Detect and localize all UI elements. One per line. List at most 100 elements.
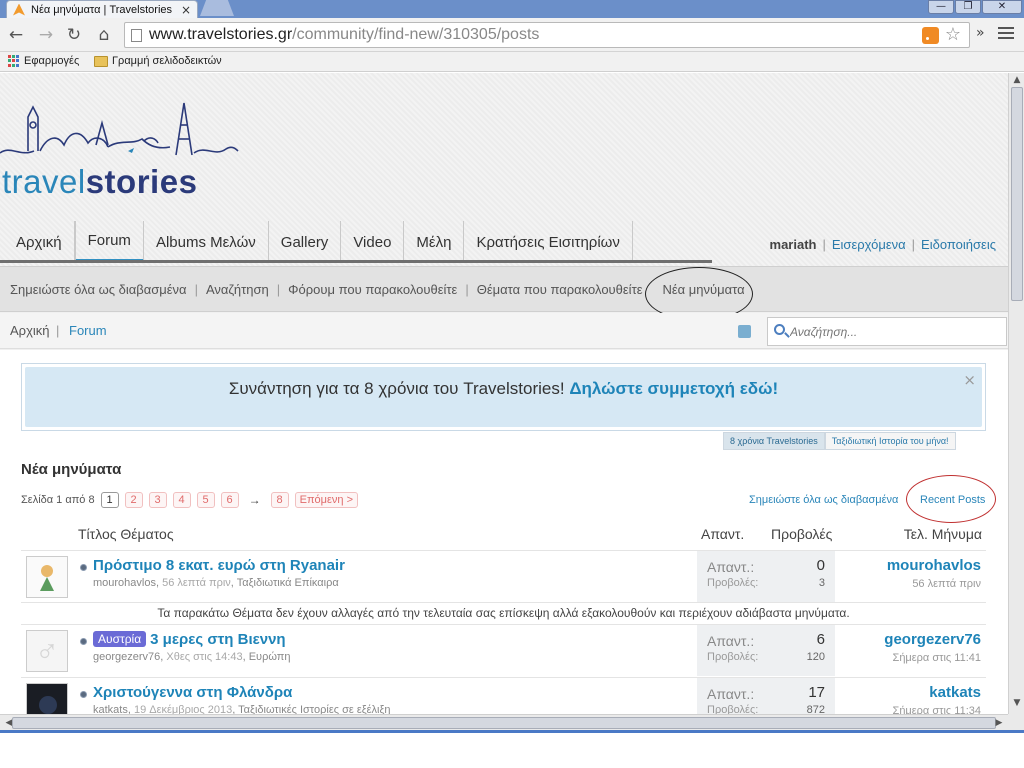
views-label: Προβολές: — [707, 704, 759, 714]
scrollbar-corner — [1008, 714, 1024, 730]
horizontal-scrollbar[interactable]: ◀ ▶ — [0, 714, 1008, 730]
inbox-link[interactable]: Εισερχόμενα — [832, 237, 906, 252]
horizontal-scroll-thumb[interactable] — [12, 717, 996, 729]
subnav-watched-threads[interactable]: Θέματα που παρακολουθείτε — [477, 282, 643, 297]
bookmark-apps[interactable]: Εφαρμογές — [8, 55, 79, 67]
search-box[interactable] — [767, 317, 1007, 346]
reload-button[interactable]: ↻ — [64, 25, 84, 45]
column-thread-title[interactable]: Τίτλος Θέματος — [78, 526, 174, 542]
tab-member-albums[interactable]: Albums Μελών — [144, 221, 269, 263]
separator: | — [276, 281, 281, 297]
replies-count: 6 — [816, 631, 825, 648]
notice-signup-link[interactable]: Δηλώστε συμμετοχή εδώ! — [569, 379, 778, 398]
bookmark-star-icon[interactable]: ☆ — [945, 24, 961, 45]
mark-all-read-link[interactable]: Σημειώστε όλα ως διαβασμένα — [749, 494, 898, 506]
last-post-time[interactable]: Σήμερα στις 11:41 — [893, 652, 981, 664]
thread-title-link[interactable]: Χριστούγεννα στη Φλάνδρα — [93, 684, 292, 701]
tab-gallery[interactable]: Gallery — [269, 221, 342, 263]
last-post-time[interactable]: 56 λεπτά πριν — [912, 578, 981, 590]
tab-forum[interactable]: Forum — [74, 221, 144, 263]
thread-title-text: 3 μερες στη Βιεννη — [150, 631, 286, 648]
thread-prefix-badge[interactable]: Αυστρία — [93, 631, 147, 647]
tab-home[interactable]: Αρχική — [4, 221, 75, 263]
thread-forum-link[interactable]: Ταξιδιωτικές Ιστορίες σε εξέλιξη — [238, 704, 390, 714]
site-logo[interactable]: travelstories — [2, 163, 197, 201]
notice-tab-story-of-month[interactable]: Ταξιδιωτική Ιστορία του μήνα! — [824, 432, 956, 450]
page-link-1[interactable]: 1 — [100, 492, 119, 508]
tab-ticket-booking[interactable]: Κρατήσεις Εισιτηρίων — [464, 221, 633, 263]
thread-time: 56 λεπτά πριν — [162, 577, 231, 589]
column-views[interactable]: Προβολές — [771, 526, 832, 542]
username-link[interactable]: mariath — [770, 237, 817, 252]
notice-message: Συνάντηση για τα 8 χρόνια του Travelstor… — [228, 379, 565, 398]
scroll-down-icon[interactable]: ▼ — [1011, 698, 1023, 712]
tab-close-icon[interactable]: × — [181, 3, 191, 17]
page-link-3[interactable]: 3 — [148, 492, 167, 508]
url-text[interactable]: www.travelstories.gr/community/find-new/… — [149, 26, 539, 44]
skyline-logo-icon[interactable] — [0, 95, 240, 167]
last-poster-link[interactable]: mourohavlos — [887, 557, 981, 574]
browser-menu-icon[interactable] — [998, 27, 1014, 41]
subnav-watched-forums[interactable]: Φόρουμ που παρακολουθείτε — [288, 282, 457, 297]
last-poster-link[interactable]: katkats — [929, 684, 981, 701]
vertical-scrollbar[interactable]: ▲ ▼ — [1008, 73, 1024, 714]
minimize-button[interactable]: — — [928, 0, 954, 14]
thread-stats: Απαντ.: 0 Προβολές: 3 — [697, 551, 835, 602]
page-link-6[interactable]: 6 — [220, 492, 239, 508]
page-link-4[interactable]: 4 — [172, 492, 191, 508]
bookmark-folder[interactable]: Γραμμή σελιδοδεικτών — [94, 55, 222, 67]
separator: | — [465, 281, 469, 297]
rss-icon[interactable] — [922, 27, 939, 44]
maximize-button[interactable]: ❐ — [955, 0, 981, 14]
thread-forum-link[interactable]: Ταξιδιωτικά Επίκαιρα — [237, 577, 339, 589]
avatar[interactable] — [26, 556, 68, 598]
avatar[interactable] — [26, 683, 68, 714]
new-tab-button[interactable] — [200, 0, 234, 16]
notice-tab-anniversary[interactable]: 8 χρόνια Travelstories — [723, 432, 825, 450]
thread-author-link[interactable]: mourohavlos — [93, 577, 156, 589]
extensions-overflow-button[interactable]: » — [976, 25, 985, 41]
close-window-button[interactable]: ✕ — [982, 0, 1022, 14]
subnav-search[interactable]: Αναζήτηση — [206, 282, 269, 297]
breadcrumb-forum[interactable]: Forum — [69, 323, 107, 338]
forward-button[interactable]: → — [36, 25, 56, 45]
thread-author-link[interactable]: georgezerv76 — [93, 651, 160, 663]
back-button[interactable]: ← — [6, 25, 26, 45]
bookmarks-bar: Εφαρμογές Γραμμή σελιδοδεικτών — [0, 52, 1024, 72]
notice-banner: Συνάντηση για τα 8 χρόνια του Travelstor… — [21, 363, 986, 431]
thread-title-link[interactable]: Πρόστιμο 8 εκατ. ευρώ στη Ryanair — [93, 557, 345, 574]
page-link-last[interactable]: 8 — [270, 492, 289, 508]
scroll-right-icon[interactable]: ▶ — [992, 716, 1006, 730]
column-replies[interactable]: Απαντ. — [701, 526, 744, 542]
notifications-link[interactable]: Ειδοποιήσεις — [921, 237, 996, 252]
next-page-link[interactable]: Επόμενη > — [294, 492, 358, 508]
page-link-5[interactable]: 5 — [196, 492, 215, 508]
search-input[interactable] — [790, 323, 1000, 341]
replies-label: Απαντ.: — [707, 633, 755, 649]
external-link-icon[interactable] — [738, 325, 751, 338]
browser-tab[interactable]: Νέα μηνύματα | Travelstories × — [6, 0, 198, 18]
subnav-new-posts[interactable]: Νέα μηνύματα — [644, 266, 757, 321]
url-host: www.travelstories.gr — [149, 26, 293, 43]
address-bar[interactable]: www.travelstories.gr/community/find-new/… — [124, 22, 970, 48]
last-poster-link[interactable]: georgezerv76 — [884, 631, 981, 648]
page-link-2[interactable]: 2 — [124, 492, 143, 508]
page-viewport: travelstories Αρχική Forum Albums Μελών … — [0, 73, 1008, 714]
tab-members[interactable]: Μέλη — [404, 221, 465, 263]
notice-close-icon[interactable]: × — [963, 371, 976, 389]
thread-title-link[interactable]: Αυστρία 3 μερες στη Βιεννη — [93, 631, 286, 648]
last-post-time[interactable]: Σήμερα στις 11:34 — [893, 705, 981, 714]
forum-subnav: Σημειώστε όλα ως διαβασμένα | Αναζήτηση | … — [0, 266, 1008, 321]
vertical-scroll-thumb[interactable] — [1011, 87, 1023, 301]
avatar[interactable] — [26, 630, 68, 672]
thread-forum-link[interactable]: Ευρώπη — [249, 651, 291, 663]
breadcrumb-home[interactable]: Αρχική — [10, 323, 50, 338]
unread-dot-icon — [80, 638, 87, 645]
column-last-message[interactable]: Τελ. Μήνυμα — [904, 526, 982, 542]
replies-label: Απαντ.: — [707, 686, 755, 702]
thread-author-link[interactable]: katkats — [93, 704, 128, 714]
home-button[interactable]: ⌂ — [94, 25, 114, 45]
logo-text-stories: stories — [85, 163, 198, 200]
subnav-mark-all-read[interactable]: Σημειώστε όλα ως διαβασμένα — [10, 282, 187, 297]
tab-video[interactable]: Video — [341, 221, 405, 263]
